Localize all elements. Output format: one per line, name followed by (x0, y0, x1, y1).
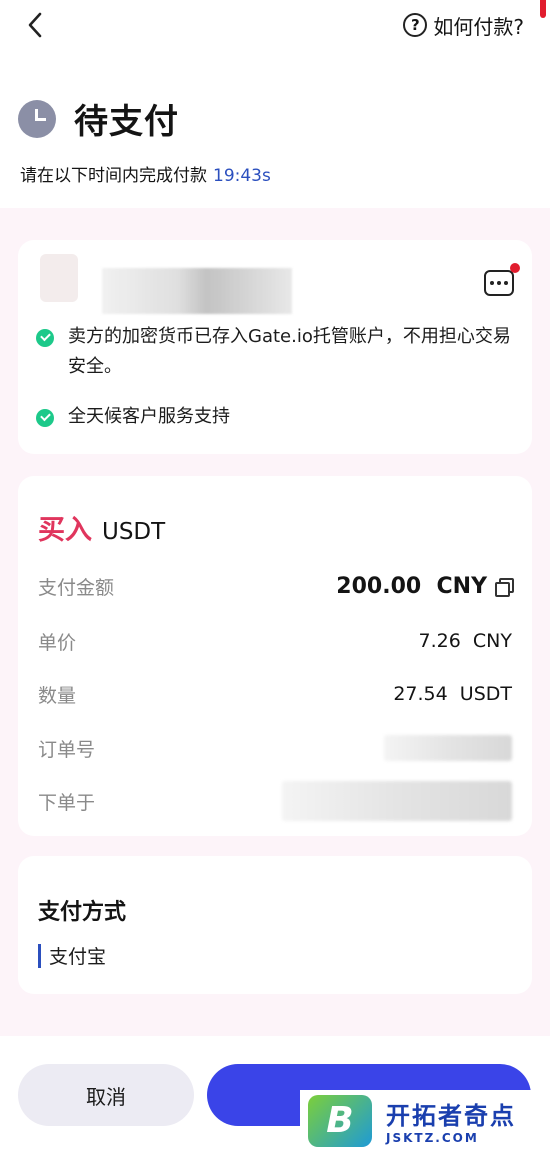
countdown-label: 请在以下时间内完成付款 (20, 166, 207, 186)
price-value: 7.26 CNY (418, 630, 512, 652)
payment-method-card: 支付方式 支付宝 (18, 856, 532, 994)
feature-escrow: 卖方的加密货币已存入Gate.io托管账户，不用担心交易安全。 (36, 326, 516, 382)
method-accent-bar (38, 943, 41, 968)
unread-dot (510, 263, 520, 273)
chevron-left-icon (28, 12, 42, 38)
order-number-redacted (384, 735, 512, 761)
quantity-label: 数量 (38, 684, 77, 707)
question-circle-icon: ? (403, 13, 428, 37)
watermark-name: 开拓者奇点 (386, 1102, 516, 1130)
clock-icon (18, 99, 56, 138)
watermark-text: 开拓者奇点 JSKTZ.COM (386, 1096, 516, 1145)
merchant-card: 卖方的加密货币已存入Gate.io托管账户，不用担心交易安全。 全天候客户服务支… (18, 240, 532, 454)
order-coin: USDT (102, 519, 166, 545)
merchant-avatar (40, 254, 78, 302)
chat-button[interactable] (484, 263, 520, 296)
countdown-time: 19:43s (213, 166, 271, 186)
quantity-value: 27.54 USDT (393, 683, 512, 705)
feature-text: 全天候客户服务支持 (68, 406, 230, 427)
chat-icon (490, 281, 494, 285)
payment-countdown: 请在以下时间内完成付款 19:43s (20, 161, 271, 186)
edge-indicator (540, 0, 546, 18)
feature-support: 全天候客户服务支持 (36, 406, 516, 432)
payment-method-title: 支付方式 (38, 900, 127, 925)
amount-value: 200.00 CNY (336, 573, 487, 599)
payment-method-label: 支付宝 (49, 946, 107, 968)
copy-icon[interactable] (495, 577, 514, 597)
watermark-domain: JSKTZ.COM (386, 1131, 479, 1145)
order-title: 买入 USDT (38, 508, 165, 547)
order-time-row: 下单于 (38, 781, 512, 821)
feature-text: 卖方的加密货币已存入Gate.io托管账户，不用担心交易安全。 (68, 326, 511, 377)
payment-method-item[interactable]: 支付宝 (38, 942, 106, 969)
quantity-row: 数量 27.54 USDT (38, 679, 512, 709)
how-to-pay-link[interactable]: ? 如何付款? (403, 10, 524, 40)
watermark-logo: B (308, 1094, 372, 1147)
order-time-redacted (282, 781, 512, 821)
amount-row: 支付金额 200.00 CNY (38, 571, 514, 601)
merchant-name-redacted (102, 268, 292, 314)
check-circle-icon (36, 409, 54, 427)
price-row: 单价 7.26 CNY (38, 626, 512, 656)
header-area: ? 如何付款? 待支付 请在以下时间内完成付款 19:43s (0, 0, 550, 208)
order-time-label: 下单于 (38, 791, 96, 814)
status-title: 待支付 (74, 102, 179, 142)
site-watermark: B 开拓者奇点 JSKTZ.COM (300, 1090, 550, 1151)
order-action: 买入 (38, 515, 92, 546)
how-to-pay-label: 如何付款? (433, 14, 524, 39)
order-number-label: 订单号 (38, 738, 96, 761)
amount-value-group: 200.00 CNY (336, 573, 514, 599)
amount-label: 支付金额 (38, 576, 115, 599)
cancel-button[interactable]: 取消 (18, 1064, 194, 1126)
order-status: 待支付 (18, 94, 179, 143)
check-circle-icon (36, 329, 54, 347)
order-details-card: 买入 USDT 支付金额 200.00 CNY 单价 7.26 CNY 数量 2… (18, 476, 532, 836)
back-button[interactable] (18, 8, 52, 42)
order-number-row: 订单号 (38, 733, 512, 763)
price-label: 单价 (38, 631, 77, 654)
